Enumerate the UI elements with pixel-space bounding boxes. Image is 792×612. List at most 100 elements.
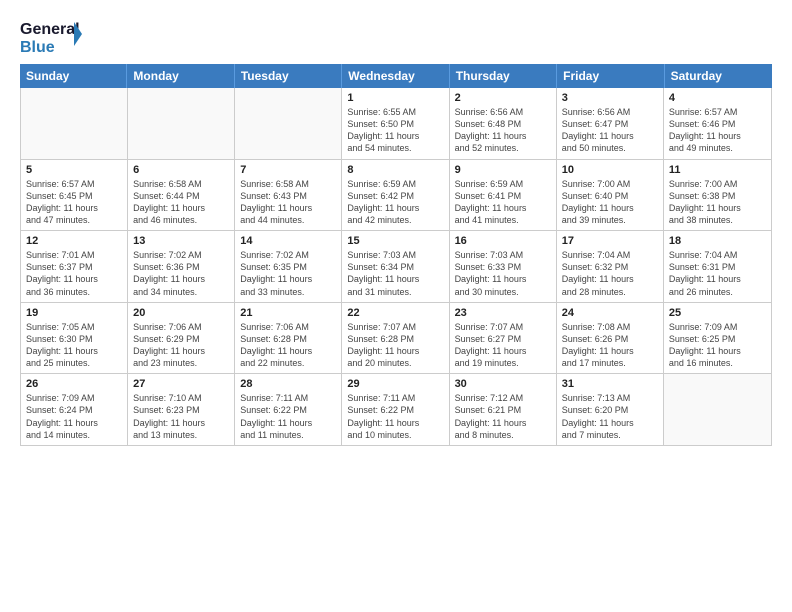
day-info: Sunrise: 7:11 AM Sunset: 6:22 PM Dayligh… bbox=[347, 392, 443, 441]
day-info: Sunrise: 7:12 AM Sunset: 6:21 PM Dayligh… bbox=[455, 392, 551, 441]
empty-cell-0-1 bbox=[128, 88, 235, 159]
day-cell-4: 4 Sunrise: 6:57 AM Sunset: 6:46 PM Daylig… bbox=[664, 88, 771, 159]
calendar-row-2: 5 Sunrise: 6:57 AM Sunset: 6:45 PM Daylig… bbox=[21, 160, 771, 232]
empty-cell-0-2 bbox=[235, 88, 342, 159]
svg-text:General: General bbox=[20, 21, 80, 38]
day-number: 25 bbox=[669, 307, 766, 319]
calendar-row-5: 26Sunrise: 7:09 AM Sunset: 6:24 PM Dayli… bbox=[21, 374, 771, 445]
day-cell-15: 15Sunrise: 7:03 AM Sunset: 6:34 PM Dayli… bbox=[342, 231, 449, 302]
day-number: 30 bbox=[455, 378, 551, 390]
day-cell-18: 18Sunrise: 7:04 AM Sunset: 6:31 PM Dayli… bbox=[664, 231, 771, 302]
day-info: Sunrise: 7:03 AM Sunset: 6:33 PM Dayligh… bbox=[455, 249, 551, 298]
logo: GeneralBlue bbox=[20, 16, 90, 54]
day-cell-20: 20Sunrise: 7:06 AM Sunset: 6:29 PM Dayli… bbox=[128, 303, 235, 374]
day-info: Sunrise: 6:58 AM Sunset: 6:43 PM Dayligh… bbox=[240, 178, 336, 227]
weekday-header-wednesday: Wednesday bbox=[342, 64, 449, 88]
calendar-row-4: 19 Sunrise: 7:05 AM Sunset: 6:30 PM Dayli… bbox=[21, 303, 771, 375]
day-info: Sunrise: 6:55 AM Sunset: 6:50 PM Dayligh… bbox=[347, 106, 443, 155]
day-number: 13 bbox=[133, 235, 229, 247]
day-cell-6: 6Sunrise: 6:58 AM Sunset: 6:44 PM Daylig… bbox=[128, 160, 235, 231]
day-info: Sunrise: 7:01 AM Sunset: 6:37 PM Dayligh… bbox=[26, 249, 122, 298]
day-number: 4 bbox=[669, 92, 766, 104]
day-number: 28 bbox=[240, 378, 336, 390]
day-number: 31 bbox=[562, 378, 658, 390]
day-info: Sunrise: 7:06 AM Sunset: 6:28 PM Dayligh… bbox=[240, 321, 336, 370]
weekday-header-saturday: Saturday bbox=[665, 64, 772, 88]
weekday-header-friday: Friday bbox=[557, 64, 664, 88]
day-cell-5: 5 Sunrise: 6:57 AM Sunset: 6:45 PM Daylig… bbox=[21, 160, 128, 231]
calendar-header: SundayMondayTuesdayWednesdayThursdayFrid… bbox=[20, 64, 772, 88]
day-number: 2 bbox=[455, 92, 551, 104]
day-number: 9 bbox=[455, 164, 551, 176]
day-cell-13: 13Sunrise: 7:02 AM Sunset: 6:36 PM Dayli… bbox=[128, 231, 235, 302]
day-number: 21 bbox=[240, 307, 336, 319]
day-number: 11 bbox=[669, 164, 766, 176]
calendar-row-1: 1 Sunrise: 6:55 AM Sunset: 6:50 PM Daylig… bbox=[21, 88, 771, 160]
day-info: Sunrise: 6:58 AM Sunset: 6:44 PM Dayligh… bbox=[133, 178, 229, 227]
day-info: Sunrise: 7:08 AM Sunset: 6:26 PM Dayligh… bbox=[562, 321, 658, 370]
day-info: Sunrise: 7:09 AM Sunset: 6:24 PM Dayligh… bbox=[26, 392, 122, 441]
day-cell-21: 21 Sunrise: 7:06 AM Sunset: 6:28 PM Dayli… bbox=[235, 303, 342, 374]
day-info: Sunrise: 7:10 AM Sunset: 6:23 PM Dayligh… bbox=[133, 392, 229, 441]
calendar: SundayMondayTuesdayWednesdayThursdayFrid… bbox=[20, 64, 772, 602]
day-info: Sunrise: 7:00 AM Sunset: 6:38 PM Dayligh… bbox=[669, 178, 766, 227]
empty-cell-4-6 bbox=[664, 374, 771, 445]
day-info: Sunrise: 6:57 AM Sunset: 6:46 PM Dayligh… bbox=[669, 106, 766, 155]
day-number: 10 bbox=[562, 164, 658, 176]
day-number: 1 bbox=[347, 92, 443, 104]
day-cell-8: 8Sunrise: 6:59 AM Sunset: 6:42 PM Daylig… bbox=[342, 160, 449, 231]
day-cell-16: 16 Sunrise: 7:03 AM Sunset: 6:33 PM Dayli… bbox=[450, 231, 557, 302]
weekday-header-sunday: Sunday bbox=[20, 64, 127, 88]
day-cell-31: 31 Sunrise: 7:13 AM Sunset: 6:20 PM Dayli… bbox=[557, 374, 664, 445]
day-info: Sunrise: 7:07 AM Sunset: 6:27 PM Dayligh… bbox=[455, 321, 551, 370]
day-info: Sunrise: 7:00 AM Sunset: 6:40 PM Dayligh… bbox=[562, 178, 658, 227]
empty-cell-0-0 bbox=[21, 88, 128, 159]
day-number: 5 bbox=[26, 164, 122, 176]
day-info: Sunrise: 7:04 AM Sunset: 6:31 PM Dayligh… bbox=[669, 249, 766, 298]
day-cell-24: 24 Sunrise: 7:08 AM Sunset: 6:26 PM Dayli… bbox=[557, 303, 664, 374]
day-info: Sunrise: 7:02 AM Sunset: 6:35 PM Dayligh… bbox=[240, 249, 336, 298]
day-number: 23 bbox=[455, 307, 551, 319]
calendar-rows: 1 Sunrise: 6:55 AM Sunset: 6:50 PM Daylig… bbox=[21, 88, 771, 445]
day-number: 14 bbox=[240, 235, 336, 247]
day-info: Sunrise: 6:56 AM Sunset: 6:48 PM Dayligh… bbox=[455, 106, 551, 155]
day-info: Sunrise: 6:57 AM Sunset: 6:45 PM Dayligh… bbox=[26, 178, 122, 227]
day-info: Sunrise: 7:07 AM Sunset: 6:28 PM Dayligh… bbox=[347, 321, 443, 370]
day-number: 29 bbox=[347, 378, 443, 390]
day-cell-17: 17 Sunrise: 7:04 AM Sunset: 6:32 PM Dayli… bbox=[557, 231, 664, 302]
day-cell-2: 2 Sunrise: 6:56 AM Sunset: 6:48 PM Daylig… bbox=[450, 88, 557, 159]
calendar-row-3: 12Sunrise: 7:01 AM Sunset: 6:37 PM Dayli… bbox=[21, 231, 771, 303]
day-number: 17 bbox=[562, 235, 658, 247]
day-cell-25: 25 Sunrise: 7:09 AM Sunset: 6:25 PM Dayli… bbox=[664, 303, 771, 374]
day-number: 27 bbox=[133, 378, 229, 390]
day-number: 16 bbox=[455, 235, 551, 247]
day-cell-9: 9Sunrise: 6:59 AM Sunset: 6:41 PM Daylig… bbox=[450, 160, 557, 231]
day-cell-22: 22Sunrise: 7:07 AM Sunset: 6:28 PM Dayli… bbox=[342, 303, 449, 374]
day-number: 7 bbox=[240, 164, 336, 176]
day-number: 19 bbox=[26, 307, 122, 319]
day-info: Sunrise: 7:03 AM Sunset: 6:34 PM Dayligh… bbox=[347, 249, 443, 298]
day-cell-19: 19 Sunrise: 7:05 AM Sunset: 6:30 PM Dayli… bbox=[21, 303, 128, 374]
logo-svg: GeneralBlue bbox=[20, 16, 90, 54]
day-cell-28: 28 Sunrise: 7:11 AM Sunset: 6:22 PM Dayli… bbox=[235, 374, 342, 445]
day-cell-29: 29 Sunrise: 7:11 AM Sunset: 6:22 PM Dayli… bbox=[342, 374, 449, 445]
day-number: 24 bbox=[562, 307, 658, 319]
day-cell-7: 7 Sunrise: 6:58 AM Sunset: 6:43 PM Daylig… bbox=[235, 160, 342, 231]
day-cell-23: 23 Sunrise: 7:07 AM Sunset: 6:27 PM Dayli… bbox=[450, 303, 557, 374]
day-info: Sunrise: 7:04 AM Sunset: 6:32 PM Dayligh… bbox=[562, 249, 658, 298]
day-cell-26: 26Sunrise: 7:09 AM Sunset: 6:24 PM Dayli… bbox=[21, 374, 128, 445]
day-info: Sunrise: 7:11 AM Sunset: 6:22 PM Dayligh… bbox=[240, 392, 336, 441]
weekday-header-tuesday: Tuesday bbox=[235, 64, 342, 88]
weekday-header-monday: Monday bbox=[127, 64, 234, 88]
day-cell-27: 27 Sunrise: 7:10 AM Sunset: 6:23 PM Dayli… bbox=[128, 374, 235, 445]
day-cell-10: 10 Sunrise: 7:00 AM Sunset: 6:40 PM Dayli… bbox=[557, 160, 664, 231]
svg-text:Blue: Blue bbox=[20, 39, 55, 54]
day-info: Sunrise: 7:05 AM Sunset: 6:30 PM Dayligh… bbox=[26, 321, 122, 370]
day-cell-1: 1 Sunrise: 6:55 AM Sunset: 6:50 PM Daylig… bbox=[342, 88, 449, 159]
day-cell-12: 12Sunrise: 7:01 AM Sunset: 6:37 PM Dayli… bbox=[21, 231, 128, 302]
day-info: Sunrise: 7:13 AM Sunset: 6:20 PM Dayligh… bbox=[562, 392, 658, 441]
day-number: 8 bbox=[347, 164, 443, 176]
day-info: Sunrise: 7:06 AM Sunset: 6:29 PM Dayligh… bbox=[133, 321, 229, 370]
day-info: Sunrise: 7:09 AM Sunset: 6:25 PM Dayligh… bbox=[669, 321, 766, 370]
weekday-header-thursday: Thursday bbox=[450, 64, 557, 88]
